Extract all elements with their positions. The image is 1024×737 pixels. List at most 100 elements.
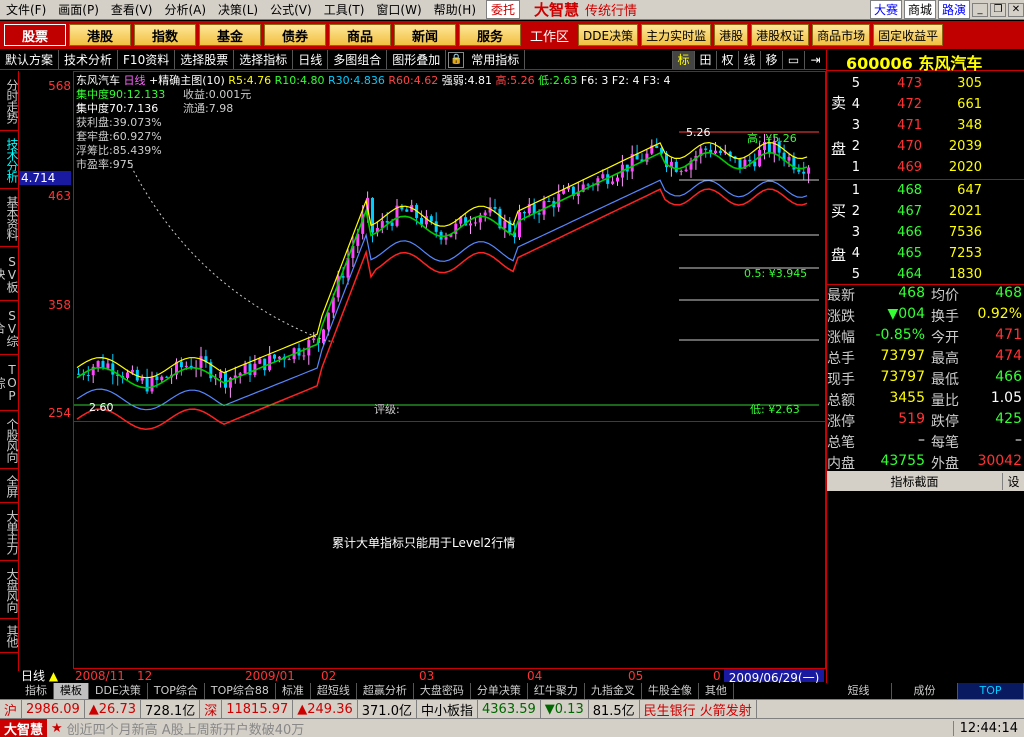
chart-main-indicator[interactable]: +精确主图(10): [149, 74, 225, 86]
tab-news[interactable]: 新闻: [394, 24, 456, 46]
tab-short[interactable]: 短线: [826, 683, 892, 699]
dde-decision-button[interactable]: DDE决策: [578, 24, 639, 46]
mall-button[interactable]: 商城: [903, 0, 936, 19]
menu-help[interactable]: 帮助(H): [428, 1, 482, 18]
line-button[interactable]: 线: [738, 50, 760, 69]
tab-funds[interactable]: 基金: [199, 24, 261, 46]
fixed-income-button[interactable]: 固定收益平: [873, 24, 944, 46]
tab-indicator[interactable]: 指标: [19, 683, 54, 699]
restore-icon[interactable]: ❐: [990, 2, 1006, 17]
tab-intraday[interactable]: 分时走势: [0, 71, 19, 131]
period-dropdown[interactable]: 日线: [293, 50, 329, 69]
order-row[interactable]: 3 471 348: [826, 115, 1024, 136]
tab-fullscreen[interactable]: 全屏: [0, 469, 19, 503]
minimize-icon[interactable]: _: [972, 2, 988, 17]
lock-icon[interactable]: 🔒: [448, 51, 465, 68]
tab-commodities[interactable]: 商品: [329, 24, 391, 46]
ma-line-yellow: [76, 141, 808, 379]
tab-template[interactable]: 模板: [54, 683, 89, 699]
menu-window[interactable]: 窗口(W): [370, 1, 427, 18]
trust-button[interactable]: 委托: [486, 0, 521, 19]
tab-top[interactable]: TOP综合: [148, 683, 205, 699]
mark-button[interactable]: 标: [672, 50, 694, 69]
default-scheme-button[interactable]: 默认方案: [0, 50, 60, 69]
main-realtime-button[interactable]: 主力实时监: [641, 24, 712, 46]
price-tick: 568: [48, 79, 71, 93]
contest-button[interactable]: 大赛: [869, 0, 902, 19]
tab-stocks[interactable]: 股票: [4, 24, 66, 46]
order-row[interactable]: 2 467 2021: [826, 201, 1024, 222]
tab-others[interactable]: 其他: [699, 683, 734, 699]
workspace-label[interactable]: 工作区: [524, 24, 575, 46]
commodity-market-button[interactable]: 商品市场: [812, 24, 871, 46]
order-level: 1: [851, 160, 860, 175]
tab-top-right[interactable]: TOP: [958, 683, 1024, 699]
menu-file[interactable]: 文件(F): [0, 1, 52, 18]
tab-bull-image[interactable]: 牛股全像: [642, 683, 699, 699]
tab-nine-cross[interactable]: 九指金叉: [585, 683, 642, 699]
tab-index[interactable]: 指数: [134, 24, 196, 46]
tab-dde[interactable]: DDE决策: [89, 683, 148, 699]
tab-constituents[interactable]: 成份: [892, 683, 958, 699]
order-row[interactable]: 5 473 305: [826, 73, 1024, 94]
order-row[interactable]: 1 469 2020: [826, 157, 1024, 178]
menu-analysis[interactable]: 分析(A): [158, 1, 212, 18]
select-stock-button[interactable]: 选择股票: [175, 50, 235, 69]
tab-sv-sector[interactable]: SV板块: [0, 247, 19, 301]
tab-top-composite[interactable]: TOP综: [0, 355, 19, 411]
hk-warrant-button[interactable]: 港股权证: [751, 24, 810, 46]
rights-button[interactable]: 权: [716, 50, 738, 69]
hk-button[interactable]: 港股: [714, 24, 749, 46]
menu-view[interactable]: 查看(V): [105, 1, 159, 18]
order-row[interactable]: 1 468 647: [826, 180, 1024, 201]
tab-services[interactable]: 服务: [459, 24, 521, 46]
order-row[interactable]: 5 464 1830: [826, 264, 1024, 285]
tab-fundamentals[interactable]: 基本资料: [0, 189, 19, 247]
common-indicator-button[interactable]: 常用指标: [466, 50, 526, 69]
candle-body: [802, 171, 806, 174]
tab-technical[interactable]: 技术分析: [0, 131, 19, 189]
move-button[interactable]: 移: [760, 50, 782, 69]
tab-other[interactable]: 其他: [0, 619, 19, 653]
tab-split-order[interactable]: 分单决策: [471, 683, 528, 699]
overlay-button[interactable]: 图形叠加: [387, 50, 447, 69]
period-label[interactable]: 日线 ▲: [19, 667, 73, 683]
menu-view-screen[interactable]: 画面(P): [52, 1, 105, 18]
tab-top88[interactable]: TOP综合88: [205, 683, 276, 699]
brand-badge[interactable]: 大智慧: [0, 719, 48, 737]
tab-red-bull[interactable]: 红牛聚力: [528, 683, 585, 699]
menu-tools[interactable]: 工具(T): [318, 1, 371, 18]
tab-super-win[interactable]: 超赢分析: [357, 683, 414, 699]
exit-icon[interactable]: ⇥: [804, 50, 826, 69]
menu-decision[interactable]: 决策(L): [212, 1, 264, 18]
tab-bonds[interactable]: 债券: [264, 24, 326, 46]
news-ticker[interactable]: 创近四个月新高 A股上周新开户数破40万: [67, 719, 953, 737]
tab-hk-stocks[interactable]: 港股: [69, 24, 131, 46]
tab-big-order[interactable]: 大单主力: [0, 503, 19, 561]
order-row[interactable]: 2 470 2039: [826, 136, 1024, 157]
tab-stock-wind[interactable]: 个股风向: [0, 411, 19, 469]
market-stat: 中小板指: [417, 700, 478, 719]
quote-key: 总手: [827, 351, 855, 367]
close-icon[interactable]: ✕: [1008, 2, 1024, 17]
tab-short-term[interactable]: 超短线: [311, 683, 357, 699]
settings-button[interactable]: 设: [1002, 472, 1024, 490]
order-row[interactable]: 3 466 7536: [826, 222, 1024, 243]
quote-value: 1.05: [990, 390, 1022, 406]
tab-sv-composite[interactable]: SV综合: [0, 301, 19, 355]
buy-orders: 1 468 647 2 467 2021 3 466 7536 4 465 7253 5 464 1…: [826, 180, 1024, 285]
tab-standard[interactable]: 标准: [276, 683, 311, 699]
tech-analysis-button[interactable]: 技术分析: [59, 50, 119, 69]
f10-button[interactable]: F10资料: [118, 50, 176, 69]
grid-button[interactable]: 田: [694, 50, 716, 69]
tab-market-code[interactable]: 大盘密码: [414, 683, 471, 699]
multi-chart-button[interactable]: 多图组合: [328, 50, 388, 69]
candle-body: [277, 356, 281, 359]
box-icon[interactable]: ▭: [782, 50, 804, 69]
tab-market-wind[interactable]: 大盘风向: [0, 561, 19, 619]
roadshow-button[interactable]: 路演: [937, 0, 970, 19]
menu-formula[interactable]: 公式(V): [264, 1, 318, 18]
select-indicator-button[interactable]: 选择指标: [234, 50, 294, 69]
order-row[interactable]: 4 465 7253: [826, 243, 1024, 264]
order-row[interactable]: 4 472 661: [826, 94, 1024, 115]
